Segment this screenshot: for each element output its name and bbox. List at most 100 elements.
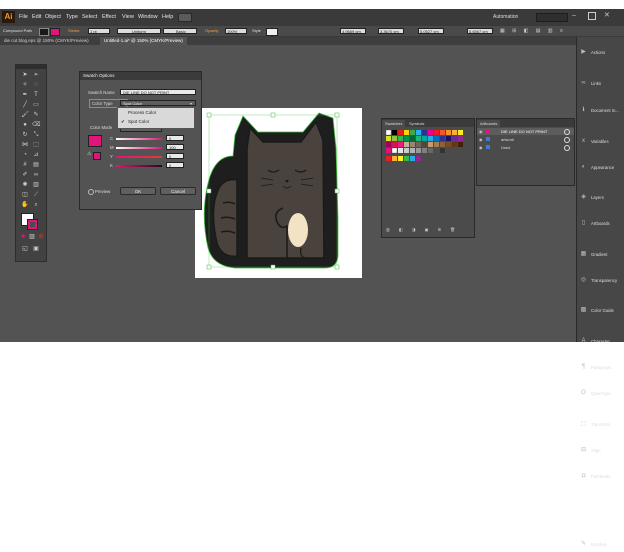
eye-icon[interactable]: ◉	[479, 137, 483, 142]
channel-m-slider[interactable]	[116, 147, 162, 149]
target-icon[interactable]	[564, 129, 570, 135]
layer-row-label[interactable]: DIE LINE DO NOT PRINT	[501, 129, 547, 134]
width-tool-icon[interactable]: ⋈	[21, 141, 29, 149]
width-field[interactable]: 5.0527 cm	[418, 28, 444, 34]
target-icon[interactable]	[564, 137, 570, 143]
channel-c-slider[interactable]	[116, 138, 162, 140]
brush-definition[interactable]: Basic	[163, 28, 197, 34]
tools-panel-header[interactable]	[16, 65, 46, 69]
magic-wand-tool-icon[interactable]: ✧	[21, 81, 29, 89]
height-field[interactable]: 5.6567 cm	[467, 28, 493, 34]
layer-row-label[interactable]: artwork	[501, 137, 514, 142]
tab-untitled-1[interactable]: Untitled-1.ai* @ 150% (CMYK/Preview)	[100, 37, 187, 45]
panel-transform[interactable]: ⬚ Transform	[577, 417, 624, 432]
target-icon[interactable]	[564, 145, 570, 151]
menu-type[interactable]: Type	[66, 14, 78, 20]
perspective-grid-tool-icon[interactable]: ⊿	[32, 151, 40, 159]
slice-tool-icon[interactable]: ⟋	[32, 191, 40, 199]
eye-icon[interactable]: ◉	[479, 129, 483, 134]
selection-tool-icon[interactable]: ➤	[21, 71, 29, 79]
graphic-style-picker[interactable]	[266, 28, 278, 36]
rotate-tool-icon[interactable]: ↻	[21, 131, 29, 139]
tab-swatches[interactable]: Swatches	[382, 120, 406, 127]
stroke-label[interactable]: Stroke	[68, 28, 80, 34]
panel-document-info[interactable]: ℹ Document In...	[577, 103, 624, 118]
eraser-tool-icon[interactable]: ⌫	[32, 121, 40, 129]
channel-k-value[interactable]: 0	[166, 162, 184, 168]
hand-tool-icon[interactable]: ✋	[21, 201, 29, 209]
fill-swatch[interactable]	[39, 28, 49, 36]
tab-artboards[interactable]: Artboards	[477, 120, 501, 127]
channel-c-value[interactable]: 0	[166, 135, 184, 141]
swatches-footer-icons[interactable]: ▥ ◧ ◨ ▣ ⊞ 🗑	[386, 227, 459, 232]
opacity-field[interactable]: 100%	[225, 28, 247, 34]
stroke-color-swatch[interactable]	[27, 219, 38, 230]
y-field[interactable]: 3.3670 cm	[378, 28, 404, 34]
lasso-tool-icon[interactable]: ◌	[32, 81, 40, 89]
panel-actions[interactable]: ▶ Actions	[577, 45, 624, 60]
variable-width-profile[interactable]: Uniform	[117, 28, 161, 34]
channel-k-slider[interactable]	[116, 165, 162, 167]
none-mode-icon[interactable]: ⊘	[37, 233, 45, 241]
bridge-button[interactable]	[178, 13, 192, 22]
draw-mode-icon[interactable]: ◱	[21, 245, 29, 253]
tab-die-cut-blog[interactable]: die cut blog.eps @ 150% (CMYK/Preview)	[0, 37, 93, 45]
panel-color-guide[interactable]: ▩ Color Guide	[577, 303, 624, 318]
artboard[interactable]	[195, 108, 362, 278]
panel-gradient[interactable]: ▦ Gradient	[577, 247, 624, 262]
rectangle-tool-icon[interactable]: ▭	[32, 101, 40, 109]
menu-object[interactable]: Object	[45, 14, 61, 20]
menu-help[interactable]: Help	[162, 14, 173, 20]
swatch-name-input[interactable]: DIE LINE DO NOT PRINT	[120, 89, 196, 95]
workspace-switcher[interactable]: Automation	[493, 14, 518, 20]
column-graph-tool-icon[interactable]: ▥	[32, 181, 40, 189]
stroke-weight-field[interactable]: 1 pt	[88, 28, 110, 34]
dialog-title[interactable]: Swatch Options	[80, 72, 201, 80]
shape-builder-tool-icon[interactable]: ◔	[21, 151, 29, 159]
gradient-mode-icon[interactable]: ▨	[28, 233, 36, 241]
zoom-tool-icon[interactable]: ⌕	[32, 201, 40, 209]
panel-appearance[interactable]: ◐ Appearance	[577, 160, 624, 175]
cancel-button[interactable]: Cancel	[160, 187, 196, 195]
search-help-input[interactable]	[536, 13, 568, 22]
type-tool-icon[interactable]: T	[32, 91, 40, 99]
maximize-icon[interactable]	[588, 12, 596, 20]
menu-window[interactable]: Window	[138, 14, 158, 20]
color-mode-icon[interactable]: ■	[19, 233, 27, 241]
opacity-label[interactable]: Opacity	[205, 28, 219, 34]
close-icon[interactable]: ✕	[604, 11, 610, 19]
chevron-down-icon[interactable]: ▾	[190, 101, 192, 106]
ok-button[interactable]: OK	[120, 187, 156, 195]
menu-file[interactable]: File	[19, 14, 28, 20]
direct-selection-tool-icon[interactable]: ➢	[32, 71, 40, 79]
channel-m-value[interactable]: 100	[166, 144, 184, 150]
pen-tool-icon[interactable]: ✒	[21, 91, 29, 99]
scale-tool-icon[interactable]: ⤡	[32, 131, 40, 139]
menu-select[interactable]: Select	[82, 14, 97, 20]
color-type-select[interactable]: Spot Color	[120, 100, 196, 106]
menu-view[interactable]: View	[122, 14, 134, 20]
swatch-grid[interactable]	[386, 130, 472, 170]
mesh-tool-icon[interactable]: #	[21, 161, 29, 169]
minimize-icon[interactable]: –	[572, 12, 576, 19]
layer-row-label[interactable]: Used	[501, 145, 510, 150]
transform-icons[interactable]: ▦ ⊞ ◧ ▤ ▥ ≡	[500, 28, 620, 34]
stroke-swatch[interactable]	[50, 28, 60, 36]
gamut-swatch[interactable]	[93, 152, 101, 160]
menu-edit[interactable]: Edit	[32, 14, 41, 20]
panel-transparency[interactable]: ◎ Transparency	[577, 273, 624, 288]
preview-checkbox[interactable]	[88, 189, 94, 195]
panel-layers[interactable]: ◈ Layers	[577, 190, 624, 205]
option-process-color[interactable]: Process Color	[128, 110, 156, 115]
pencil-tool-icon[interactable]: ✎	[32, 111, 40, 119]
free-transform-tool-icon[interactable]: ⬚	[32, 141, 40, 149]
line-tool-icon[interactable]: ╱	[21, 101, 29, 109]
panel-links[interactable]: ∞ Links	[577, 76, 624, 91]
panel-opentype[interactable]: O OpenType	[577, 386, 624, 401]
menu-effect[interactable]: Effect	[102, 14, 116, 20]
gradient-tool-icon[interactable]: ▤	[32, 161, 40, 169]
channel-y-slider[interactable]	[116, 156, 162, 158]
eye-icon[interactable]: ◉	[479, 145, 483, 150]
x-field[interactable]: 4.9669 cm	[340, 28, 366, 34]
panel-align[interactable]: ⊟ Align	[577, 443, 624, 458]
